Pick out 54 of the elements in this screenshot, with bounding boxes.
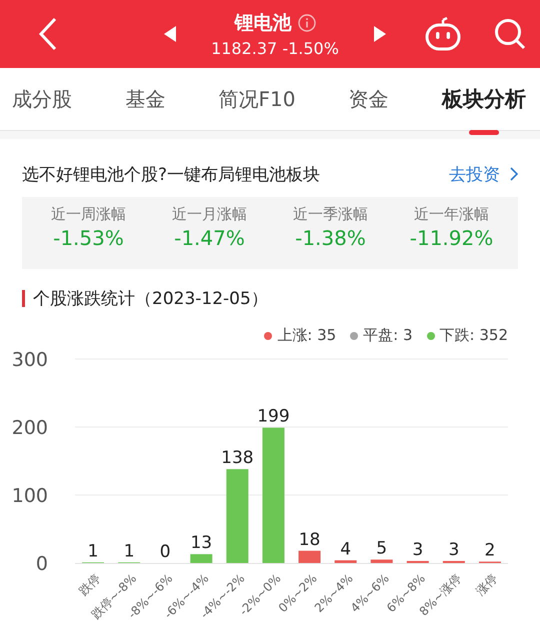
index-title: 锂电池 xyxy=(234,11,292,36)
tab[interactable]: 成分股 xyxy=(12,80,72,118)
bar xyxy=(442,560,465,563)
bar xyxy=(298,550,321,563)
bar xyxy=(370,560,393,563)
stat-label: 近一季涨幅 xyxy=(293,205,368,224)
index-quote: 1182.37 -1.50% xyxy=(211,39,339,58)
tab[interactable]: 板块分析 xyxy=(442,79,526,119)
tab[interactable]: 资金 xyxy=(348,80,389,118)
invest-link[interactable]: 去投资 xyxy=(449,162,500,186)
bar-value: 5 xyxy=(376,538,388,559)
bar-value: 138 xyxy=(221,448,254,468)
promo-text: 选不好锂电池个股?一键布局锂电池板块 xyxy=(22,164,322,186)
legend-label: 上涨: 35 xyxy=(277,326,336,345)
stat-label: 近一年涨幅 xyxy=(414,205,489,224)
bar-value: 2 xyxy=(484,540,496,561)
legend-label: 下跌: 352 xyxy=(440,326,508,345)
next-icon[interactable] xyxy=(374,26,386,42)
stat-value: -1.38% xyxy=(295,226,366,250)
bar-value: 4 xyxy=(340,539,352,560)
bar-value: 1 xyxy=(124,541,135,562)
bar-value: 13 xyxy=(190,533,212,554)
axis-tick: 100 xyxy=(12,485,48,507)
stat-label: 近一月涨幅 xyxy=(172,205,247,224)
bar-value: 3 xyxy=(412,540,424,560)
chevron-icon[interactable] xyxy=(510,167,518,181)
tab[interactable]: 简况F10 xyxy=(218,80,296,118)
bar xyxy=(334,560,357,563)
section-title: 个股涨跌统计（2023-12-05） xyxy=(33,288,268,310)
stat-value: -11.92% xyxy=(410,226,494,250)
back-icon[interactable] xyxy=(38,17,58,51)
axis-tick: 300 xyxy=(12,349,48,371)
tab-indicator xyxy=(468,130,499,135)
bar-value: 18 xyxy=(298,530,320,550)
title-marker xyxy=(22,290,25,307)
axis-tick: 0 xyxy=(36,553,48,575)
bar-value: 1 xyxy=(88,541,98,562)
previous-icon[interactable] xyxy=(164,26,176,42)
bar-value: 199 xyxy=(257,406,290,427)
stat-value: -1.53% xyxy=(53,226,124,250)
info-icon[interactable] xyxy=(298,14,316,32)
stat-label: 近一周涨幅 xyxy=(51,205,126,224)
legend-label: 平盘: 3 xyxy=(363,326,413,345)
bar-value: 3 xyxy=(448,540,460,560)
bar-value: 0 xyxy=(160,542,171,562)
axis-label: 跌停 xyxy=(76,571,104,598)
bar xyxy=(190,554,212,563)
axis-label: 涨停 xyxy=(473,571,500,598)
search-icon[interactable] xyxy=(494,18,526,50)
axis-tick: 200 xyxy=(12,417,48,439)
bar xyxy=(406,560,429,563)
stat-value: -1.47% xyxy=(174,226,245,250)
tab[interactable]: 基金 xyxy=(125,80,166,118)
robot-icon[interactable] xyxy=(424,17,462,51)
